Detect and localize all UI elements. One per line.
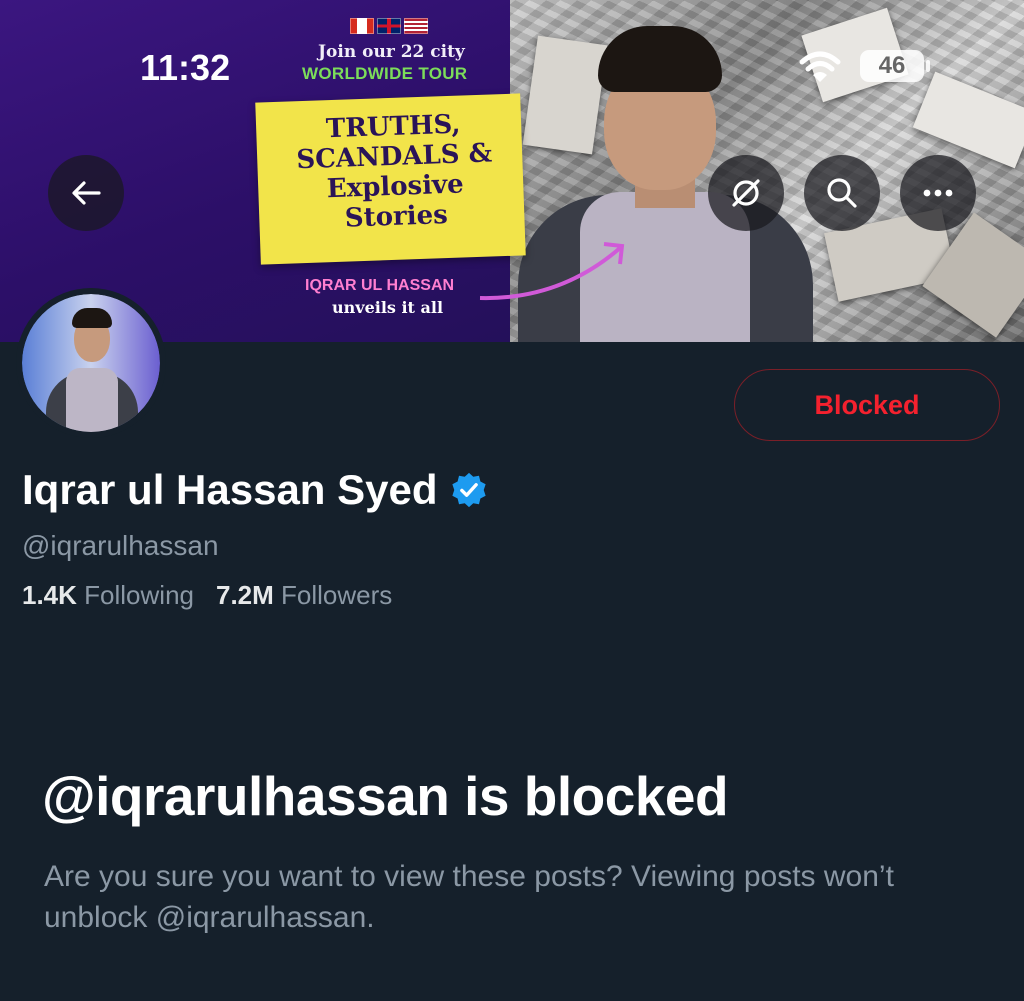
banner-headline: TRUTHS, SCANDALS & Explosive Stories (295, 109, 493, 234)
more-options-button[interactable] (900, 155, 976, 231)
following-label: Following (84, 580, 194, 610)
blocked-notice-description: Are you sure you want to view these post… (44, 860, 894, 934)
banner-name-tag: IQRAR UL HASSAN (305, 277, 455, 294)
follow-stats: 1.4K Following 7.2M Followers (22, 580, 392, 611)
banner-tagline: unveils it all (332, 298, 444, 317)
verified-badge-icon[interactable] (450, 471, 488, 509)
canada-flag-icon (350, 18, 374, 34)
banner-tour-line2: WORLDWIDE TOUR (302, 64, 468, 83)
search-button[interactable] (804, 155, 880, 231)
back-arrow-icon (72, 181, 101, 205)
followers-link[interactable]: 7.2M Followers (216, 580, 392, 611)
banner-tour-line1: Join our 22 city (318, 42, 465, 62)
uk-flag-icon (377, 18, 401, 34)
battery-level: 46 (878, 52, 906, 79)
battery-tip (926, 60, 930, 72)
avatar[interactable] (16, 288, 166, 438)
grok-button[interactable] (708, 155, 784, 231)
battery-icon: 46 (860, 50, 924, 82)
profile-handle: @iqrarulhassan (22, 530, 219, 561)
avatar-hair (72, 308, 112, 328)
followers-label: Followers (281, 580, 393, 610)
display-name: Iqrar ul Hassan Syed (22, 466, 488, 514)
back-button[interactable] (48, 155, 124, 231)
following-link[interactable]: 1.4K Following (22, 580, 194, 611)
status-bar-time: 11:32 (140, 47, 231, 88)
us-flag-icon (404, 18, 428, 34)
banner-person-hair (598, 26, 722, 92)
grok-icon (732, 179, 760, 207)
wifi-icon (799, 51, 841, 82)
display-name-text: Iqrar ul Hassan Syed (22, 466, 438, 513)
more-icon (923, 189, 953, 197)
blocked-notice-title: @iqrarulhassan is blocked (42, 765, 729, 827)
flags-row (350, 18, 428, 34)
search-icon (827, 178, 857, 208)
blocked-button[interactable]: Blocked (734, 369, 1000, 441)
banner-arrow-icon (479, 242, 625, 301)
followers-count: 7.2M (215, 580, 274, 610)
avatar-vest (66, 368, 118, 432)
profile-banner[interactable]: Join our 22 city WORLDWIDE TOUR TRUTHS, … (0, 0, 1024, 342)
following-count: 1.4K (22, 580, 77, 610)
avatar-image (22, 294, 160, 432)
